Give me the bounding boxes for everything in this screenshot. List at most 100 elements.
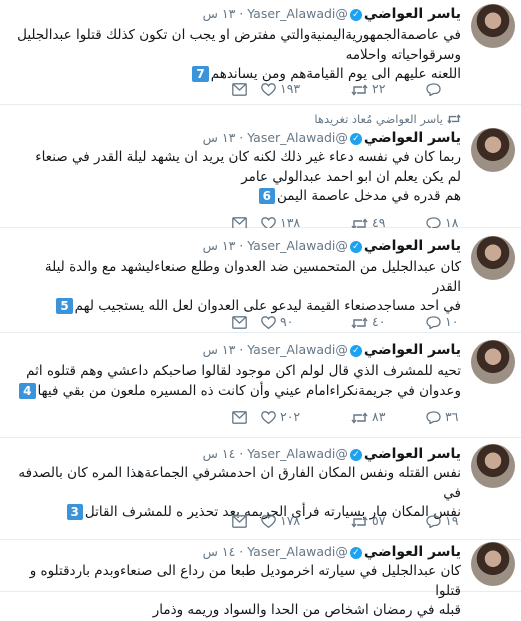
tweet-actions: ٩٠ ٤٠ ١٠ xyxy=(0,313,521,330)
author-name[interactable]: ياسر العواضي xyxy=(364,342,461,358)
retweeted-by: ياسر العواضي مُعاد تغريدها xyxy=(314,112,461,127)
thread-number-badge: 5 xyxy=(56,298,73,314)
tweet-text: كان عبدالجليل من المتحمسين ضد العدوان وط… xyxy=(13,258,461,317)
retweet-count: ٨٣ xyxy=(372,409,386,424)
author-handle[interactable]: @Yaser_Alawadi xyxy=(247,342,348,357)
verified-icon: ✓ xyxy=(349,132,362,145)
like-button[interactable]: ٢٠٢ xyxy=(257,408,300,425)
reply-icon xyxy=(425,81,441,97)
heart-icon xyxy=(261,513,276,529)
avatar[interactable] xyxy=(471,236,515,280)
retweet-count: ٢٢ xyxy=(372,81,386,96)
separator-dot: · xyxy=(235,238,248,253)
retweet-count: ٥٧ xyxy=(372,513,386,528)
tweet[interactable]: ياسر العواضي✓@Yaser_Alawadi · ١٣ س كان عب… xyxy=(0,228,521,333)
tweet-time[interactable]: ١٣ س xyxy=(203,342,236,357)
avatar[interactable] xyxy=(471,542,515,586)
message-button[interactable] xyxy=(228,313,247,329)
message-button[interactable] xyxy=(228,408,247,424)
author-name[interactable]: ياسر العواضي xyxy=(364,544,461,560)
envelope-icon xyxy=(232,81,247,96)
retweet-icon xyxy=(351,314,368,329)
verified-icon: ✓ xyxy=(349,344,362,357)
tweet-time[interactable]: ١٤ س xyxy=(203,544,236,559)
reply-button[interactable]: ١٠ xyxy=(421,313,459,330)
avatar[interactable] xyxy=(471,340,515,384)
author-name[interactable]: ياسر العواضي xyxy=(364,6,461,22)
author-handle[interactable]: @Yaser_Alawadi xyxy=(247,130,348,145)
like-button[interactable]: ٩٠ xyxy=(257,313,294,330)
like-button[interactable]: ١٧٨ xyxy=(257,512,301,529)
reply-button[interactable]: ٣٦ xyxy=(421,408,458,425)
tweet-header: ياسر العواضي✓@Yaser_Alawadi · ١٤ س xyxy=(203,446,461,464)
like-count: ١٧٨ xyxy=(280,513,301,528)
tweet-line: كان عبدالجليل من المتحمسين ضد العدوان وط… xyxy=(44,259,461,295)
tweet[interactable]: ياسر العواضي✓@Yaser_Alawadi · ١٣ س تحيه ل… xyxy=(0,333,521,438)
like-count: ٩٠ xyxy=(280,314,294,329)
reply-count: ١٠ xyxy=(445,314,459,329)
tweet[interactable]: ياسر العواضي مُعاد تغريدها ياسر العواضي✓@… xyxy=(0,105,521,231)
message-button[interactable] xyxy=(228,80,247,96)
tweet-header: ياسر العواضي✓@Yaser_Alawadi · ١٤ س xyxy=(203,544,461,562)
retweet-button[interactable]: ٥٧ xyxy=(347,512,385,528)
message-button[interactable] xyxy=(228,512,247,528)
tweet-time[interactable]: ١٣ س xyxy=(203,238,236,253)
reply-count: ١٩ xyxy=(445,513,459,528)
tweet-text: ربما كان في نفسه دعاء غير ذلك لكنه كان ي… xyxy=(13,148,461,207)
tweet-time[interactable]: ١٣ س xyxy=(203,6,236,21)
separator-dot: · xyxy=(235,342,248,357)
reply-button[interactable]: ١٩ xyxy=(421,512,459,529)
tweet-actions: ١٧٨ ٥٧ ١٩ xyxy=(0,512,521,529)
like-count: ١٩٣ xyxy=(280,81,301,96)
tweet[interactable]: ياسر العواضي✓@Yaser_Alawadi · ١٤ س نفس ال… xyxy=(0,438,521,540)
tweet[interactable]: ياسر العواضي✓@Yaser_Alawadi · ١٣ س في عاص… xyxy=(0,0,521,105)
tweet-time[interactable]: ١٤ س xyxy=(203,446,236,461)
tweet-line: وعدوان في جريمةنكراءامام عيني وأن كانت ذ… xyxy=(13,382,461,402)
tweet[interactable]: ياسر العواضي✓@Yaser_Alawadi · ١٤ س كان عب… xyxy=(0,540,521,618)
heart-icon xyxy=(261,314,276,330)
author-handle[interactable]: @Yaser_Alawadi xyxy=(247,238,348,253)
retweet-icon xyxy=(351,409,368,424)
tweet-line: ربما كان في نفسه دعاء غير ذلك لكنه كان ي… xyxy=(35,149,461,165)
verified-icon: ✓ xyxy=(349,8,362,21)
tweet-line: قبله في رمضان اشخاص من الحدا والسواد وري… xyxy=(152,602,461,618)
heart-icon xyxy=(261,81,276,97)
avatar[interactable] xyxy=(471,4,515,48)
avatar[interactable] xyxy=(471,444,515,488)
tweet-text: كان عبدالجليل في سيارته اخرموديل طبعا من… xyxy=(13,562,461,621)
like-button[interactable]: ١٩٣ xyxy=(257,80,301,97)
tweet-line: نفس القتله ونفس المكان الفارق ان احدمشرف… xyxy=(18,465,461,501)
verified-icon: ✓ xyxy=(349,546,362,559)
tweet-header: ياسر العواضي✓@Yaser_Alawadi · ١٣ س xyxy=(203,342,461,360)
author-handle[interactable]: @Yaser_Alawadi xyxy=(247,544,348,559)
separator-dot: · xyxy=(235,446,248,461)
author-name[interactable]: ياسر العواضي xyxy=(364,130,461,146)
separator-dot: · xyxy=(235,130,248,145)
heart-icon xyxy=(261,409,276,425)
retweet-button[interactable]: ٤٠ xyxy=(347,313,385,329)
tweet-header: ياسر العواضي✓@Yaser_Alawadi · ١٣ س xyxy=(203,6,461,24)
author-name[interactable]: ياسر العواضي xyxy=(364,446,461,462)
tweet-line: هم قدره في مدخل عاصمة اليمن6 xyxy=(13,187,461,207)
retweet-count: ٤٠ xyxy=(372,314,386,329)
tweet-text: تحيه للمشرف الذي قال لولم اكن موجود لقال… xyxy=(13,362,461,401)
tweet-actions: ١٩٣ ٢٢ xyxy=(0,80,521,97)
avatar[interactable] xyxy=(471,128,515,172)
verified-icon: ✓ xyxy=(349,448,362,461)
retweet-icon xyxy=(351,513,368,528)
retweeted-label: ياسر العواضي مُعاد تغريدها xyxy=(314,112,443,126)
retweet-button[interactable]: ٨٣ xyxy=(347,408,385,424)
envelope-icon xyxy=(232,409,247,424)
reply-icon xyxy=(425,409,441,425)
reply-button[interactable] xyxy=(421,80,445,97)
tweet-line: في عاصمةالجمهوريةاليمنيةوالتي مفترض او ي… xyxy=(17,27,461,43)
retweet-button[interactable]: ٢٢ xyxy=(347,80,385,96)
author-name[interactable]: ياسر العواضي xyxy=(364,238,461,254)
envelope-icon xyxy=(232,314,247,329)
tweet-time[interactable]: ١٣ س xyxy=(203,130,236,145)
tweet-line: تحيه للمشرف الذي قال لولم اكن موجود لقال… xyxy=(26,363,461,379)
author-handle[interactable]: @Yaser_Alawadi xyxy=(247,446,348,461)
author-handle[interactable]: @Yaser_Alawadi xyxy=(247,6,348,21)
verified-icon: ✓ xyxy=(349,240,362,253)
tweet-header: ياسر العواضي✓@Yaser_Alawadi · ١٣ س xyxy=(203,238,461,256)
